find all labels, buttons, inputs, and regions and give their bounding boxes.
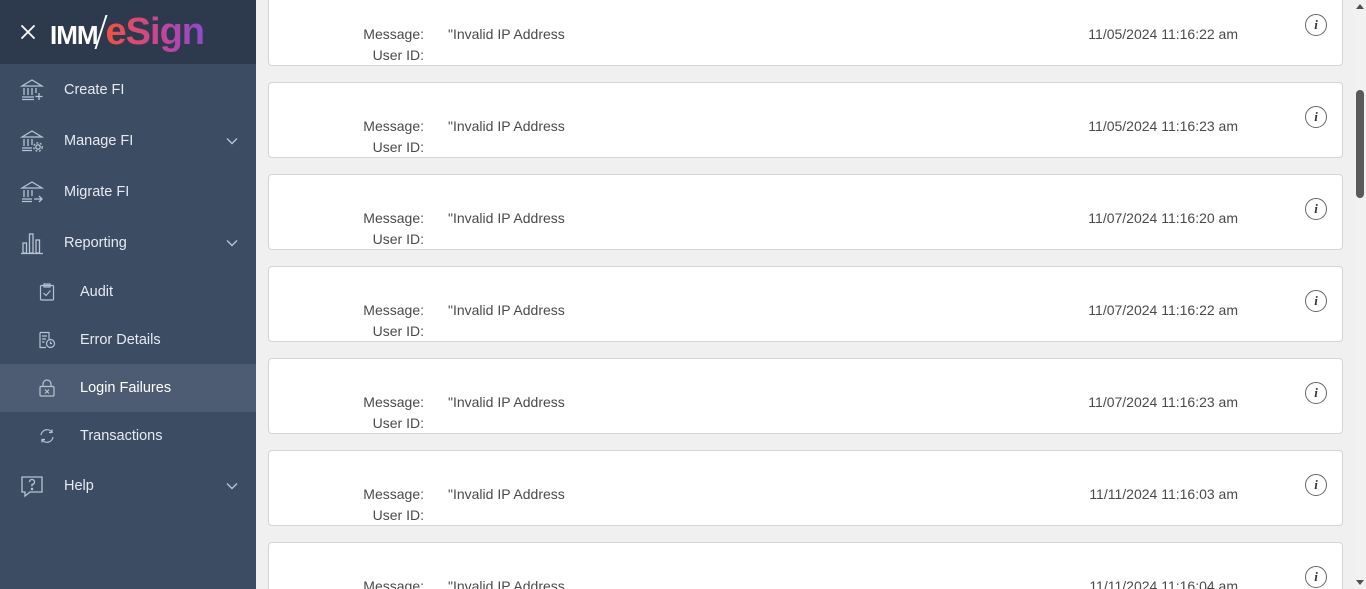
sidebar-item-label: Reporting (64, 234, 127, 251)
timestamp: 11/07/2024 11:16:23 am (1088, 394, 1238, 410)
timestamp: 11/07/2024 11:16:22 am (1088, 302, 1238, 318)
login-failure-record: Message: User ID: "Invalid IP Address 11… (268, 266, 1343, 342)
sidebar-subitem-label: Audit (80, 284, 114, 300)
bar-chart-icon (20, 231, 44, 255)
scroll-down-button[interactable] (1354, 577, 1366, 589)
message-label: Message: (363, 578, 424, 589)
chevron-down-icon (226, 137, 238, 144)
user-id-label: User ID: (372, 139, 424, 155)
info-icon: i (1314, 569, 1318, 584)
info-icon: i (1314, 385, 1318, 400)
info-icon: i (1314, 17, 1318, 32)
message-value: "Invalid IP Address (448, 26, 565, 42)
lock-x-icon (38, 379, 56, 397)
message-label: Message: (363, 26, 424, 42)
info-button[interactable]: i (1305, 382, 1327, 404)
sidebar-item-label: Help (64, 477, 94, 494)
info-icon: i (1314, 293, 1318, 308)
message-value: "Invalid IP Address (448, 118, 565, 134)
app-logo: IMM eSign (50, 11, 205, 53)
chevron-down-icon (226, 482, 238, 489)
timestamp: 11/05/2024 11:16:23 am (1088, 118, 1238, 134)
message-value: "Invalid IP Address (448, 394, 565, 410)
scroll-thumb[interactable] (1356, 90, 1364, 198)
info-button[interactable]: i (1305, 566, 1327, 588)
timestamp: 11/05/2024 11:16:22 am (1088, 26, 1238, 42)
login-failure-record: Message: User ID: "Invalid IP Address 11… (268, 450, 1343, 526)
info-button[interactable]: i (1305, 14, 1327, 36)
sidebar-subitem-transactions[interactable]: Transactions (0, 412, 256, 460)
bank-settings-icon (20, 129, 44, 153)
sidebar-item-help[interactable]: Help (0, 460, 256, 511)
sidebar-nav: Create FI Manage FI Migrate FI Reporting… (0, 64, 256, 511)
message-label: Message: (363, 394, 424, 410)
close-menu-button[interactable] (18, 22, 38, 42)
timestamp: 11/11/2024 11:16:04 am (1089, 578, 1238, 589)
logo-text-imm: IMM (50, 20, 99, 50)
info-icon: i (1314, 477, 1318, 492)
user-id-label: User ID: (372, 323, 424, 339)
bank-add-icon (20, 78, 44, 102)
message-value: "Invalid IP Address (448, 486, 565, 502)
message-value: "Invalid IP Address (448, 578, 565, 589)
message-value: "Invalid IP Address (448, 210, 565, 226)
login-failures-list: Message: User ID: "Invalid IP Address 11… (256, 0, 1354, 589)
sidebar-subitem-login-failures[interactable]: Login Failures (0, 364, 256, 412)
user-id-label: User ID: (372, 47, 424, 63)
bank-migrate-icon (20, 180, 44, 204)
message-label: Message: (363, 486, 424, 502)
sidebar-item-migrate-fi[interactable]: Migrate FI (0, 166, 256, 217)
sidebar-item-label: Manage FI (64, 132, 134, 149)
close-icon (21, 25, 35, 39)
sidebar-subitem-label: Error Details (80, 332, 161, 348)
sidebar-item-label: Create FI (64, 81, 125, 98)
sidebar-subitem-label: Login Failures (80, 380, 172, 396)
sync-arrows-icon (38, 427, 56, 445)
chevron-down-icon (226, 239, 238, 246)
help-chat-icon (20, 474, 44, 498)
login-failure-record: Message: User ID: "Invalid IP Address 11… (268, 174, 1343, 250)
login-failure-record: Message: User ID: "Invalid IP Address 11… (268, 0, 1343, 66)
triangle-up-icon (1356, 4, 1364, 9)
message-label: Message: (363, 118, 424, 134)
logo-text-esign: eSign (105, 11, 205, 53)
document-clock-icon (38, 331, 56, 349)
info-button[interactable]: i (1305, 198, 1327, 220)
info-button[interactable]: i (1305, 290, 1327, 312)
sidebar-subitem-audit[interactable]: Audit (0, 268, 256, 316)
info-button[interactable]: i (1305, 474, 1327, 496)
info-button[interactable]: i (1305, 106, 1327, 128)
info-icon: i (1314, 109, 1318, 124)
user-id-label: User ID: (372, 231, 424, 247)
sidebar-item-manage-fi[interactable]: Manage FI (0, 115, 256, 166)
scroll-up-button[interactable] (1354, 0, 1366, 12)
sidebar-item-reporting[interactable]: Reporting (0, 217, 256, 268)
timestamp: 11/11/2024 11:16:03 am (1089, 486, 1238, 502)
login-failure-record: Message: User ID: "Invalid IP Address 11… (268, 82, 1343, 158)
sidebar-subitem-error-details[interactable]: Error Details (0, 316, 256, 364)
message-label: Message: (363, 302, 424, 318)
message-value: "Invalid IP Address (448, 302, 565, 318)
timestamp: 11/07/2024 11:16:20 am (1088, 210, 1238, 226)
vertical-scrollbar[interactable] (1354, 0, 1366, 589)
login-failure-record: Message: User ID: "Invalid IP Address 11… (268, 358, 1343, 434)
triangle-down-icon (1356, 580, 1364, 585)
sidebar-subitem-label: Transactions (80, 428, 163, 444)
login-failure-record: Message: User ID: "Invalid IP Address 11… (268, 542, 1343, 589)
sidebar: IMM eSign Create FI Manage FI Migrate FI… (0, 0, 256, 589)
message-label: Message: (363, 210, 424, 226)
user-id-label: User ID: (372, 415, 424, 431)
sidebar-header: IMM eSign (0, 0, 256, 64)
clipboard-check-icon (38, 283, 56, 301)
sidebar-item-label: Migrate FI (64, 183, 130, 200)
sidebar-item-create-fi[interactable]: Create FI (0, 64, 256, 115)
info-icon: i (1314, 201, 1318, 216)
user-id-label: User ID: (372, 507, 424, 523)
